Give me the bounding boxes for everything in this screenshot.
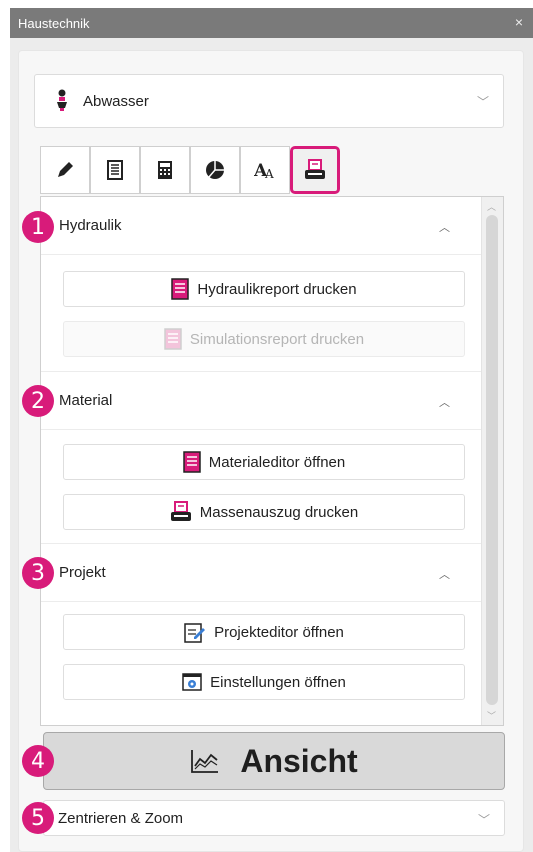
sections-scroll-area: Hydraulik ︿ Hydraulikreport drucken Simu… xyxy=(40,196,504,726)
section-header-material[interactable]: Material ︿ xyxy=(41,372,482,430)
pencil-icon xyxy=(55,160,75,180)
marker-4: 4 xyxy=(22,745,54,777)
document-list-icon xyxy=(106,160,124,180)
marker-2: 2 xyxy=(22,385,54,417)
chevron-up-icon: ︿ xyxy=(439,222,450,234)
close-icon[interactable]: × xyxy=(515,14,523,30)
marker-3: 3 xyxy=(22,557,54,589)
hydraulikreport-button[interactable]: Hydraulikreport drucken xyxy=(63,271,465,307)
button-label: Einstellungen öffnen xyxy=(210,673,346,691)
report-icon xyxy=(164,328,182,350)
report-icon xyxy=(171,278,190,300)
chevron-up-icon: ︿ xyxy=(439,569,450,581)
section-title: Projekt xyxy=(59,564,106,581)
line-chart-icon xyxy=(190,748,220,774)
section-title: Material xyxy=(59,392,113,409)
printer-icon xyxy=(304,159,326,181)
einstellungen-button[interactable]: Einstellungen öffnen xyxy=(63,664,465,700)
section-title: Hydraulik xyxy=(59,217,122,234)
tab-list[interactable] xyxy=(90,146,140,194)
tab-text[interactable]: AA xyxy=(240,146,290,194)
projekteditor-button[interactable]: Projekteditor öffnen xyxy=(63,614,465,650)
section-hydraulik: Hydraulik ︿ Hydraulikreport drucken Simu… xyxy=(41,197,482,357)
report-icon xyxy=(183,451,201,473)
svg-text:A: A xyxy=(264,167,274,180)
text-style-icon: AA xyxy=(254,160,276,180)
scrollbar-thumb[interactable] xyxy=(486,215,498,705)
tab-edit[interactable] xyxy=(40,146,90,194)
tab-calc[interactable] xyxy=(140,146,190,194)
drain-icon xyxy=(55,89,69,113)
button-label: Hydraulikreport drucken xyxy=(197,280,357,298)
button-label: Projekteditor öffnen xyxy=(214,623,344,641)
window-titlebar: Haustechnik × xyxy=(10,8,533,38)
pie-chart-icon xyxy=(205,160,225,180)
scroll-down-icon[interactable]: ﹀ xyxy=(487,709,496,722)
tool-tabs: AA xyxy=(40,146,340,196)
button-label: Simulationsreport drucken xyxy=(189,330,365,348)
zoom-dropdown-label: Zentrieren & Zoom xyxy=(58,809,184,827)
scroll-up-icon[interactable]: ︿ xyxy=(487,200,496,213)
button-label: Materialeditor öffnen xyxy=(208,453,346,471)
section-header-hydraulik[interactable]: Hydraulik ︿ xyxy=(41,197,482,255)
tab-chart[interactable] xyxy=(190,146,240,194)
vertical-scrollbar[interactable]: ︿ ﹀ xyxy=(481,197,503,725)
system-dropdown-value: Abwasser xyxy=(83,92,149,110)
calculator-icon xyxy=(157,160,173,180)
ansicht-label: Ansicht xyxy=(240,742,358,779)
chevron-down-icon: ﹀ xyxy=(476,95,489,109)
system-dropdown[interactable]: Abwasser ﹀ xyxy=(34,74,504,128)
window-title: Haustechnik xyxy=(18,15,90,31)
printer-icon xyxy=(170,501,192,523)
settings-window-icon xyxy=(182,673,202,691)
button-label: Massenauszug drucken xyxy=(199,503,359,521)
massenauszug-button[interactable]: Massenauszug drucken xyxy=(63,494,465,530)
edit-document-icon xyxy=(184,621,206,643)
ansicht-button[interactable]: Ansicht xyxy=(43,732,505,790)
simulationsreport-button[interactable]: Simulationsreport drucken xyxy=(63,321,465,357)
section-header-projekt[interactable]: Projekt ︿ xyxy=(41,544,482,602)
section-projekt: Projekt ︿ Projekteditor öffnen Einstellu… xyxy=(41,543,482,700)
tab-print[interactable] xyxy=(290,146,340,194)
chevron-up-icon: ︿ xyxy=(439,397,450,409)
materialeditor-button[interactable]: Materialeditor öffnen xyxy=(63,444,465,480)
marker-5: 5 xyxy=(22,802,54,834)
zentrieren-zoom-dropdown[interactable]: Zentrieren & Zoom ﹀ xyxy=(43,800,505,836)
marker-1: 1 xyxy=(22,211,54,243)
chevron-down-icon: ﹀ xyxy=(477,813,490,827)
section-material: Material ︿ Materialeditor öffnen Massena… xyxy=(41,371,482,530)
